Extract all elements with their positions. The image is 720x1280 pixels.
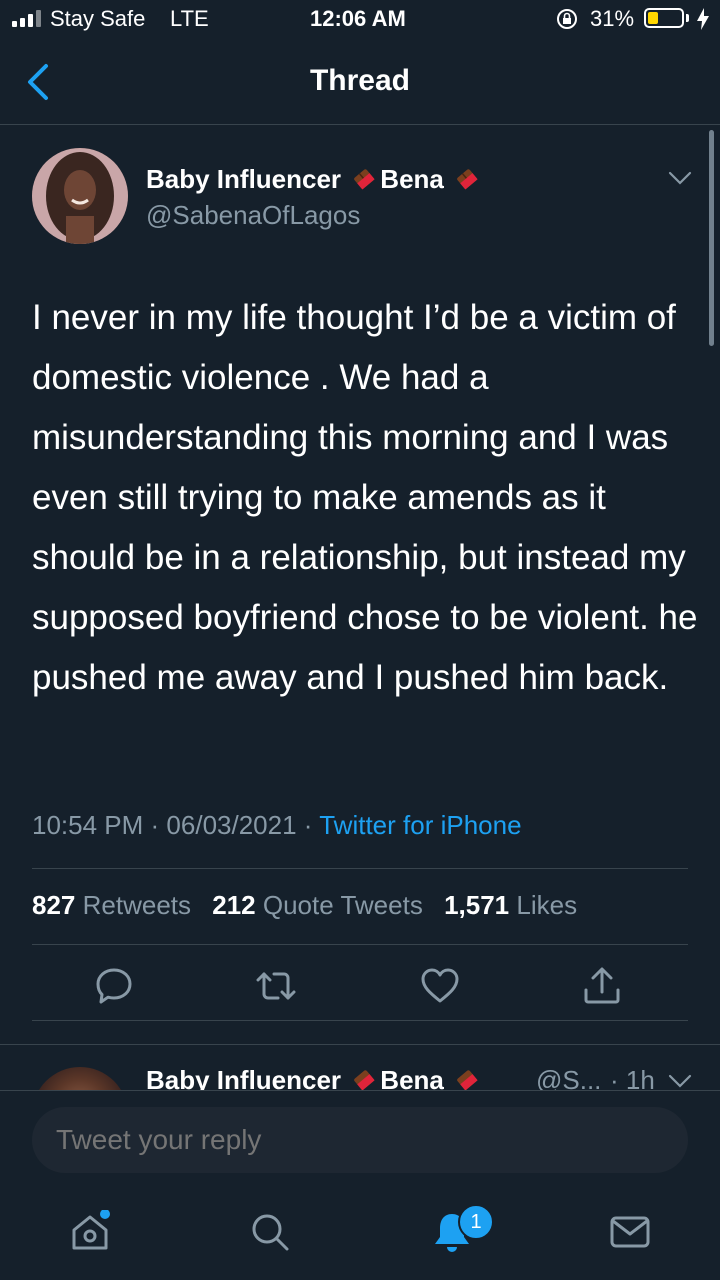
charging-bolt-icon xyxy=(697,8,709,30)
next-tweet-age: · 1h xyxy=(610,1065,655,1090)
meta-separator: · xyxy=(150,810,167,840)
battery-icon xyxy=(644,8,684,28)
author-name[interactable]: Baby Influencer Bena xyxy=(146,164,483,195)
signal-bar xyxy=(36,10,41,27)
quotes-label: Quote Tweets xyxy=(262,890,423,920)
tweet-source-link[interactable]: Twitter for iPhone xyxy=(319,810,521,840)
retweets-count: 827 xyxy=(32,890,76,920)
thread-header: Thread xyxy=(0,40,720,125)
likes-stat[interactable]: 1,571 Likes xyxy=(444,890,577,920)
next-tweet[interactable]: Baby Influencer Bena @S... · 1h xyxy=(0,1045,720,1090)
retweets-label: Retweets xyxy=(82,890,192,920)
divider xyxy=(32,944,688,945)
network-label: LTE xyxy=(170,6,209,31)
retweet-icon[interactable] xyxy=(256,966,296,1006)
chocolate-emoji-icon xyxy=(354,1070,375,1090)
chocolate-emoji-icon xyxy=(457,1070,478,1090)
tweet-date: 06/03/2021 xyxy=(166,810,297,840)
like-icon[interactable] xyxy=(420,966,460,1006)
author-name-part1: Baby Influencer xyxy=(146,1065,342,1090)
notifications-badge: 1 xyxy=(458,1204,494,1240)
reply-bar xyxy=(0,1090,720,1191)
battery-percent: 31% xyxy=(590,6,635,31)
signal-bar xyxy=(20,18,25,27)
author-name-part2: Bena xyxy=(380,164,444,194)
tweet-stats: 827 Retweets 212 Quote Tweets 1,571 Like… xyxy=(32,890,577,921)
carrier-label: Stay Safe xyxy=(50,6,146,31)
next-author-name[interactable]: Baby Influencer Bena xyxy=(146,1065,483,1090)
chevron-down-icon[interactable] xyxy=(668,1073,692,1089)
tab-bar xyxy=(0,1190,720,1280)
reply-icon[interactable] xyxy=(94,966,134,1006)
meta-separator: · xyxy=(303,810,320,840)
avatar-image xyxy=(32,148,128,244)
tweet-text: I never in my life thought I’d be a vict… xyxy=(32,298,698,697)
quotes-stat[interactable]: 212 Quote Tweets xyxy=(212,890,423,920)
share-icon[interactable] xyxy=(582,966,622,1006)
divider xyxy=(32,1020,688,1021)
signal-bar xyxy=(12,21,17,27)
chocolate-emoji-icon xyxy=(354,169,375,190)
orientation-lock-icon xyxy=(557,9,577,29)
reply-input[interactable] xyxy=(32,1107,688,1173)
retweets-stat[interactable]: 827 Retweets xyxy=(32,890,191,920)
search-icon[interactable] xyxy=(248,1210,292,1254)
author-name-part1: Baby Influencer xyxy=(146,164,342,194)
tweet-meta: 10:54 PM · 06/03/2021 · Twitter for iPho… xyxy=(32,810,522,841)
status-bar: Stay Safe LTE 12:06 AM 31% xyxy=(0,0,720,40)
mail-icon[interactable] xyxy=(608,1210,652,1254)
chevron-down-icon[interactable] xyxy=(668,170,692,186)
avatar[interactable] xyxy=(32,1067,128,1090)
avatar[interactable] xyxy=(32,148,128,244)
page-title: Thread xyxy=(309,64,411,97)
scrollbar[interactable] xyxy=(709,130,714,346)
battery-nub xyxy=(686,14,689,22)
quotes-count: 212 xyxy=(212,890,256,920)
battery-level xyxy=(648,12,658,24)
divider xyxy=(32,868,688,869)
likes-label: Likes xyxy=(516,890,578,920)
clock: 12:06 AM xyxy=(310,6,406,31)
author-handle[interactable]: @SabenaOfLagos xyxy=(146,200,360,231)
chocolate-emoji-icon xyxy=(457,169,478,190)
next-author-handle[interactable]: @S... xyxy=(536,1065,601,1090)
likes-count: 1,571 xyxy=(444,890,510,920)
author-name-part2: Bena xyxy=(380,1065,444,1090)
home-icon[interactable] xyxy=(68,1210,112,1254)
tweet-time: 10:54 PM xyxy=(32,810,144,840)
signal-bar xyxy=(28,14,33,27)
